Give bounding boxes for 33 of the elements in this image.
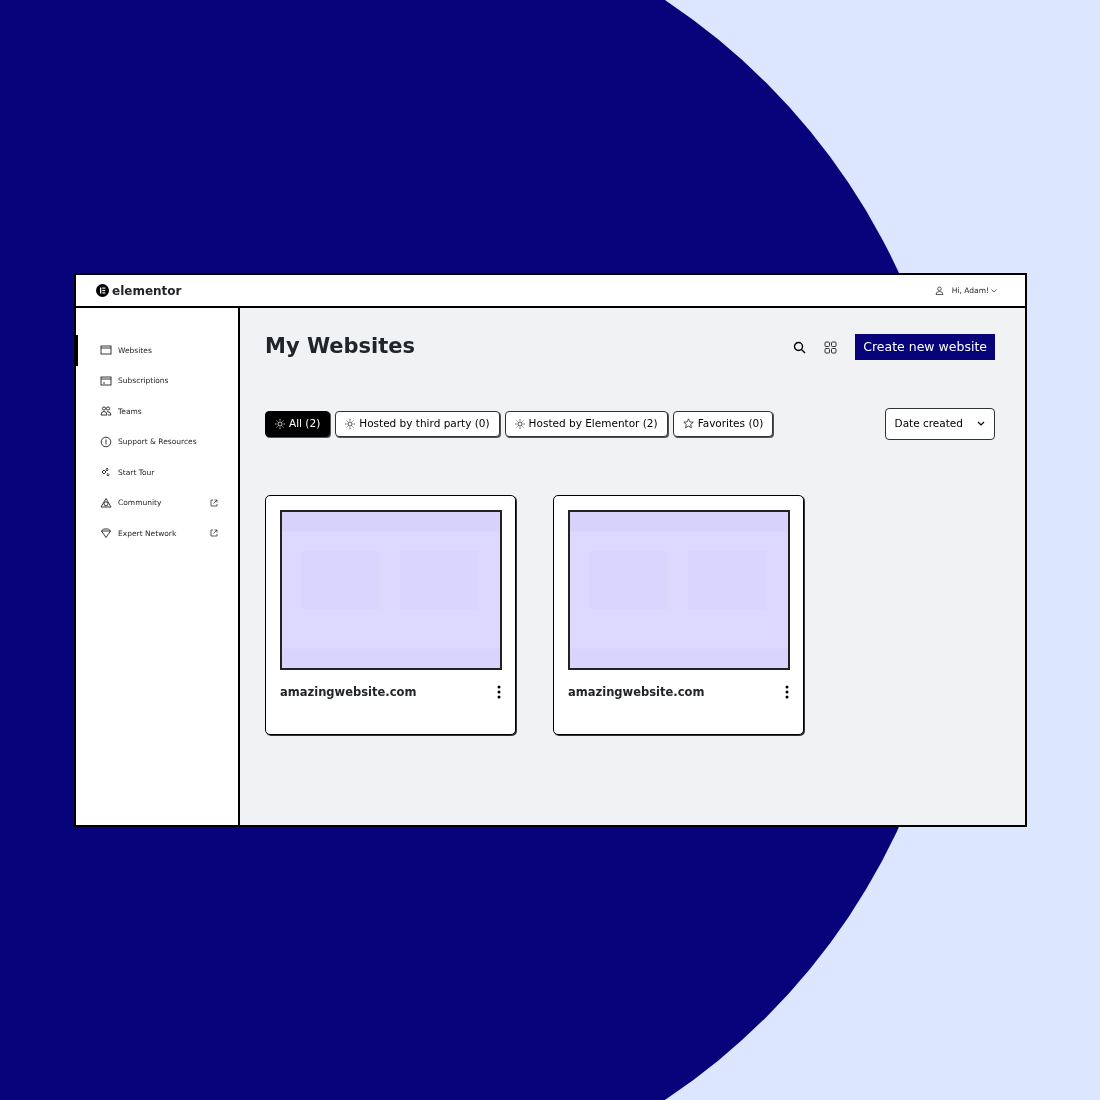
external-link-icon [210, 498, 218, 507]
grid-view-icon[interactable] [824, 340, 838, 354]
search-icon[interactable] [793, 340, 807, 354]
logo-text: elementor [112, 282, 182, 300]
filter-tab[interactable]: All (2) [265, 411, 331, 437]
sun-icon [275, 418, 285, 429]
external-link-icon [210, 529, 218, 538]
card-icon [100, 374, 112, 387]
people-icon [100, 405, 112, 418]
filter-tab[interactable]: Hosted by third party (0) [335, 411, 500, 437]
diamond-icon [100, 527, 112, 540]
info-icon [100, 435, 112, 448]
sun-icon [345, 418, 356, 429]
caret-icon [977, 421, 985, 427]
user-icon [934, 286, 944, 295]
more-options-icon[interactable] [785, 685, 789, 700]
website-name: amazingwebsite.com [280, 683, 417, 701]
browser-window-icon [100, 344, 112, 357]
website-card[interactable]: amazingwebsite.com [265, 494, 516, 735]
website-name: amazingwebsite.com [568, 683, 705, 701]
caret-icon [991, 288, 997, 293]
page-title: My Websites [265, 334, 416, 360]
website-card[interactable]: amazingwebsite.com [553, 494, 804, 735]
create-website-button[interactable]: Create new website [855, 333, 995, 361]
filter-tab[interactable]: Favorites (0) [672, 411, 774, 437]
sort-dropdown[interactable]: Date created [884, 408, 995, 440]
filter-tab[interactable]: Hosted by Elementor (2) [504, 411, 668, 437]
star-icon [682, 418, 694, 430]
more-options-icon[interactable] [497, 685, 501, 700]
sparkle-icon [100, 466, 112, 479]
triangle-icon [100, 496, 112, 509]
sun-icon [514, 418, 525, 429]
logo-icon [96, 284, 109, 297]
